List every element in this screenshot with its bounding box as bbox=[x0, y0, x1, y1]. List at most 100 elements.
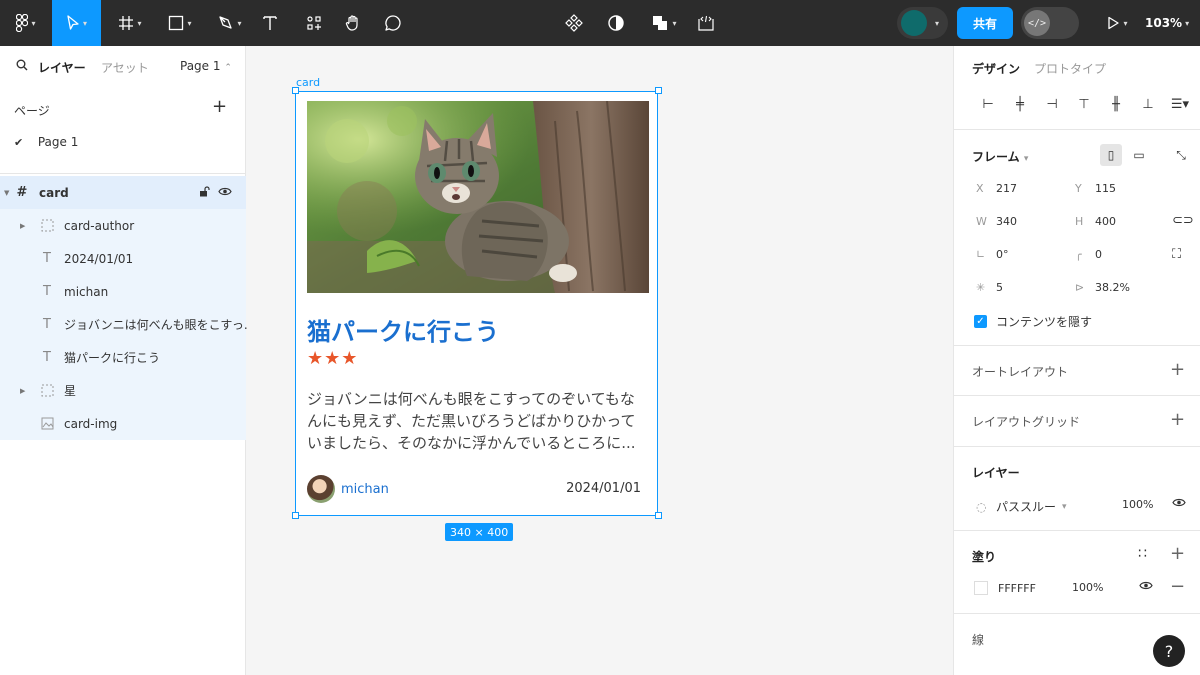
remove-fill-button[interactable]: − bbox=[1170, 578, 1185, 596]
add-layout-grid-button[interactable]: + bbox=[1170, 411, 1185, 429]
code-embed-button[interactable] bbox=[694, 0, 718, 46]
image-layer-icon bbox=[39, 416, 55, 432]
frame-tool-button[interactable]: ▾ bbox=[110, 0, 150, 46]
tab-layers[interactable]: レイヤー bbox=[38, 59, 86, 76]
card-frame[interactable]: 猫パークに行こう ★★★ ジョバンニは何べんも眼をこすってのぞいてもなんにも見え… bbox=[295, 91, 658, 516]
eye-icon[interactable] bbox=[218, 186, 232, 200]
card-author[interactable]: michan bbox=[307, 475, 389, 503]
y-field[interactable]: Y 115 bbox=[1075, 182, 1116, 195]
frame-heading-label: フレーム bbox=[972, 150, 1020, 164]
share-button[interactable]: 共有 bbox=[957, 7, 1013, 39]
height-field[interactable]: H 400 bbox=[1075, 215, 1116, 228]
text-layer-icon: T bbox=[43, 251, 51, 266]
layer-row-body-text[interactable]: T ジョバンニは何べんも眼をこすっ... bbox=[0, 308, 255, 341]
x-field[interactable]: X 217 bbox=[976, 182, 1017, 195]
move-tool-button[interactable]: ▾ bbox=[52, 0, 101, 46]
left-panel: レイヤー アセット Page 1 ⌃ ページ + ✔ Page 1 ▼ # ca… bbox=[0, 46, 255, 675]
check-icon: ✔ bbox=[14, 136, 24, 149]
distribute-icon[interactable]: ☰▾ bbox=[1164, 94, 1196, 114]
comment-tool-button[interactable] bbox=[381, 0, 405, 46]
spacing-field[interactable]: ✳ 5 bbox=[976, 281, 1003, 294]
eye-icon[interactable] bbox=[1139, 580, 1153, 591]
card-body-text[interactable]: ジョバンニは何べんも眼をこすってのぞいてもなんにも見えず、ただ黒いびろうどばかり… bbox=[307, 388, 647, 454]
main-menu-button[interactable]: ▾ bbox=[6, 0, 46, 46]
rotation-field[interactable]: ∟ 0° bbox=[976, 248, 1009, 261]
help-button[interactable]: ? bbox=[1153, 635, 1185, 667]
expand-triangle-icon[interactable]: ▶ bbox=[20, 222, 25, 230]
shape-tool-button[interactable]: ▾ bbox=[160, 0, 200, 46]
boolean-button[interactable]: ▾ bbox=[646, 0, 682, 46]
layer-label: 2024/01/01 bbox=[64, 251, 134, 266]
layer-row-card-img[interactable]: card-img bbox=[0, 407, 246, 440]
collapse-triangle-icon[interactable]: ▼ bbox=[4, 189, 9, 197]
present-button[interactable]: ▾ bbox=[1100, 0, 1134, 46]
resize-handle-top-right[interactable] bbox=[655, 87, 662, 94]
collapse-icon[interactable]: ⤡ bbox=[1170, 144, 1192, 166]
h-value: 400 bbox=[1095, 215, 1116, 228]
card-title[interactable]: 猫パークに行こう bbox=[307, 312, 499, 347]
y-label: Y bbox=[1075, 182, 1082, 195]
layer-row-date-text[interactable]: T 2024/01/01 bbox=[0, 242, 246, 275]
hand-tool-button[interactable] bbox=[341, 0, 365, 46]
user-avatar-button[interactable]: ▾ bbox=[897, 7, 948, 39]
search-icon[interactable] bbox=[16, 59, 28, 74]
portrait-icon[interactable]: ▯ bbox=[1100, 144, 1122, 166]
layer-row-card[interactable]: ▼ # card bbox=[0, 176, 246, 209]
star-rating[interactable]: ★★★ bbox=[307, 348, 358, 369]
resize-handle-top-left[interactable] bbox=[292, 87, 299, 94]
tab-design[interactable]: デザイン bbox=[972, 60, 1020, 77]
add-auto-layout-button[interactable]: + bbox=[1170, 361, 1185, 379]
dev-mode-toggle[interactable]: </> bbox=[1021, 7, 1079, 39]
unlock-icon[interactable] bbox=[199, 185, 210, 200]
align-bottom-icon[interactable]: ⊥ bbox=[1132, 94, 1164, 114]
card-date[interactable]: 2024/01/01 bbox=[566, 481, 641, 496]
frame-section-heading[interactable]: フレーム ▾ bbox=[972, 148, 1028, 165]
layer-row-stars[interactable]: ▶ 星 bbox=[0, 374, 246, 407]
align-top-icon[interactable]: ⊤ bbox=[1068, 94, 1100, 114]
expand-triangle-icon[interactable]: ▶ bbox=[20, 387, 25, 395]
independent-corners-icon[interactable]: ⛶ bbox=[1172, 247, 1181, 262]
landscape-icon[interactable]: ▭ bbox=[1128, 144, 1150, 166]
layer-row-author-text[interactable]: T michan bbox=[0, 275, 246, 308]
resources-tool-button[interactable] bbox=[302, 0, 326, 46]
resize-handle-bottom-left[interactable] bbox=[292, 512, 299, 519]
align-right-icon[interactable]: ⊣ bbox=[1036, 94, 1068, 114]
eye-icon[interactable] bbox=[1172, 497, 1186, 508]
layer-row-card-author[interactable]: ▶ card-author bbox=[0, 209, 246, 242]
chevron-up-icon: ⌃ bbox=[224, 63, 232, 73]
layer-opacity-field[interactable]: 100% bbox=[1122, 498, 1153, 511]
constrain-proportions-icon[interactable]: ⊂⊃ bbox=[1172, 213, 1194, 228]
align-vertical-center-icon[interactable]: ╫ bbox=[1100, 94, 1132, 114]
add-fill-button[interactable]: + bbox=[1170, 545, 1185, 563]
page-switcher[interactable]: Page 1 ⌃ bbox=[180, 59, 232, 73]
align-horizontal-center-icon[interactable]: ╪ bbox=[1004, 94, 1036, 114]
divider bbox=[954, 530, 1200, 531]
pen-tool-button[interactable]: ▾ bbox=[210, 0, 250, 46]
fill-opacity-field[interactable]: 100% bbox=[1072, 581, 1103, 594]
card-image[interactable] bbox=[307, 101, 649, 293]
spacing-value: 5 bbox=[996, 281, 1003, 294]
page-item-label: Page 1 bbox=[37, 135, 79, 149]
color-swatch[interactable] bbox=[974, 581, 988, 595]
corner-radius-field[interactable]: ╭ 0 bbox=[1075, 248, 1102, 261]
fill-color-field[interactable]: FFFFFF bbox=[974, 581, 1036, 595]
tab-assets[interactable]: アセット bbox=[101, 59, 149, 76]
width-field[interactable]: W 340 bbox=[976, 215, 1017, 228]
contrast-button[interactable] bbox=[604, 0, 628, 46]
align-left-icon[interactable]: ⊢ bbox=[972, 94, 1004, 114]
clip-content-checkbox[interactable]: ✓ コンテンツを隠す bbox=[974, 313, 1092, 330]
zoom-dropdown[interactable]: 103% ▾ bbox=[1145, 0, 1189, 46]
cursor-icon bbox=[66, 15, 80, 31]
add-page-button[interactable]: + bbox=[212, 98, 227, 116]
blend-mode-dropdown[interactable]: ◌ パススルー ▾ bbox=[976, 498, 1067, 515]
component-button[interactable] bbox=[562, 0, 586, 46]
tab-prototype[interactable]: プロトタイプ bbox=[1034, 60, 1106, 77]
page-item-page-1[interactable]: ✔ Page 1 bbox=[14, 135, 78, 149]
layer-row-title-text[interactable]: T 猫パークに行こう bbox=[0, 341, 246, 374]
styles-grid-icon[interactable]: ∷ bbox=[1138, 546, 1147, 562]
chevron-down-icon: ▾ bbox=[137, 18, 142, 28]
frame-name-label[interactable]: card bbox=[296, 76, 320, 89]
text-tool-button[interactable] bbox=[258, 0, 282, 46]
ratio-field[interactable]: ⊳ 38.2% bbox=[1075, 281, 1130, 294]
resize-handle-bottom-right[interactable] bbox=[655, 512, 662, 519]
